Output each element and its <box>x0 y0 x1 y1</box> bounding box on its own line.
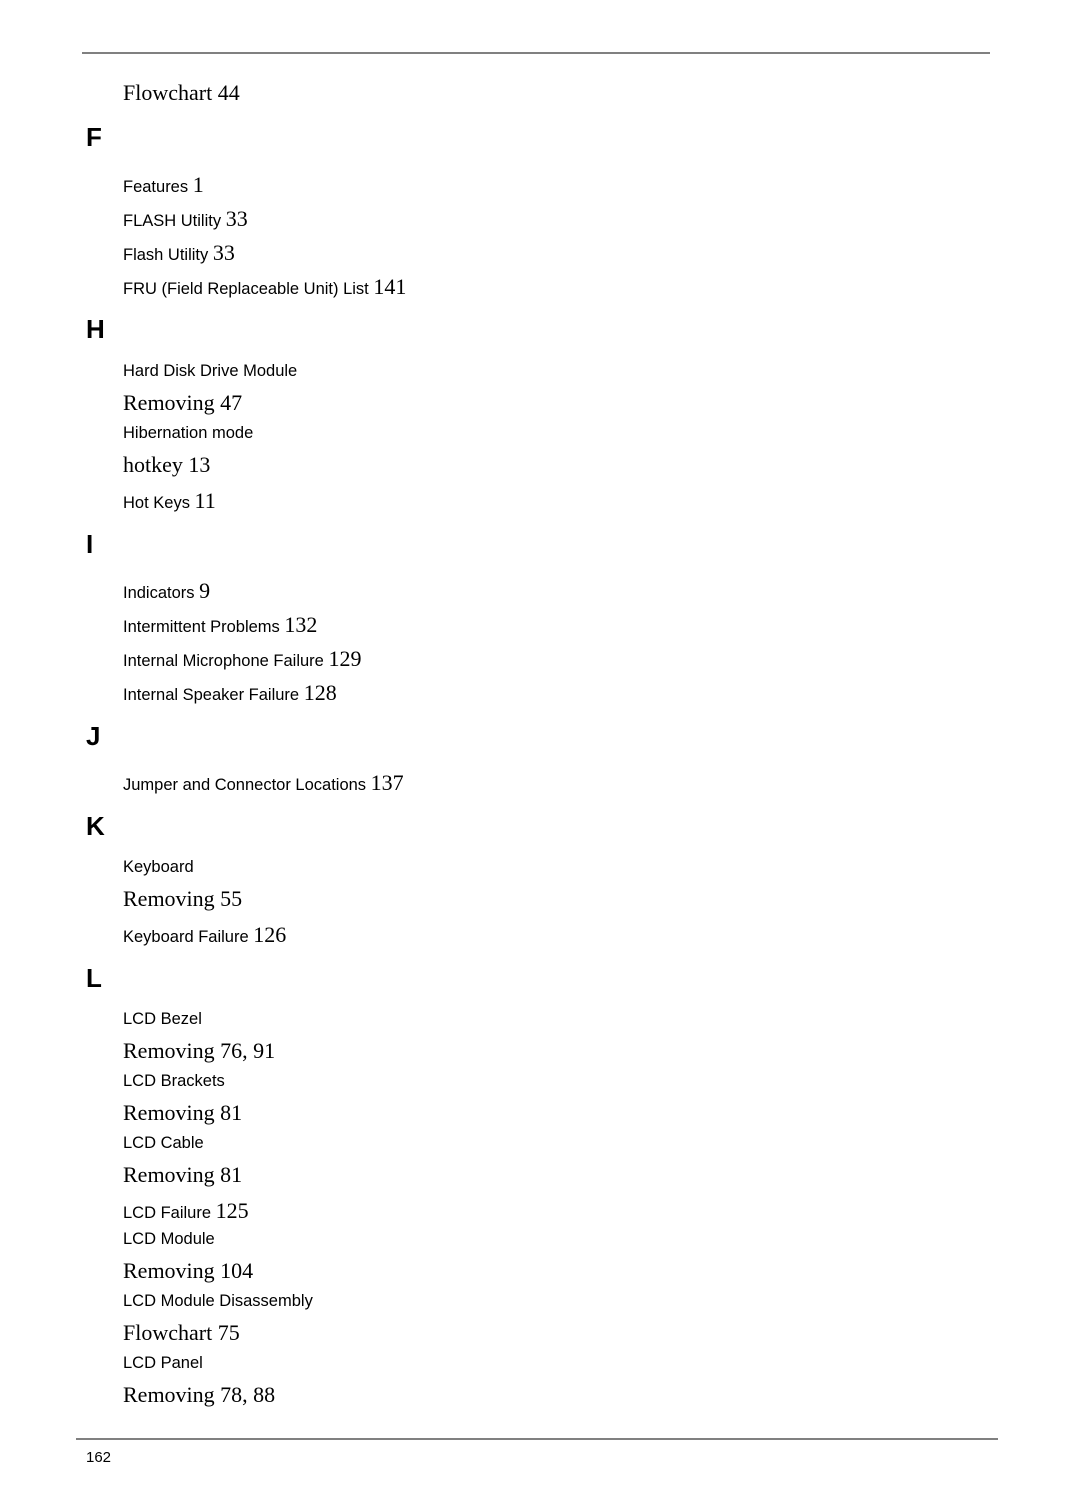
page-reference-link[interactable]: 33 <box>226 206 248 231</box>
index-subentry: Removing 81 <box>123 1162 242 1188</box>
index-entry: Features 1 <box>123 172 204 198</box>
index-entry: Internal Speaker Failure 128 <box>123 680 337 706</box>
entry-text: LCD Panel <box>123 1354 203 1372</box>
index-entry: LCD Brackets <box>123 1072 225 1091</box>
index-subentry: hotkey 13 <box>123 452 210 478</box>
index-entry: Flash Utility 33 <box>123 240 235 266</box>
entry-text: Hard Disk Drive Module <box>123 362 298 380</box>
entry-text: Intermittent Problems <box>123 618 280 636</box>
page-reference-link[interactable]: 11 <box>195 488 216 513</box>
index-entry: FRU (Field Replaceable Unit) List 141 <box>123 274 406 300</box>
entry-text: LCD Cable <box>123 1134 204 1152</box>
page-reference-link[interactable]: 9 <box>199 578 210 603</box>
entry-text: hotkey 13 <box>123 452 211 477</box>
entry-text: Removing 76, 91 <box>123 1038 276 1063</box>
entry-text: Removing 47 <box>123 390 243 415</box>
entry-text: LCD Module <box>123 1230 215 1248</box>
section-letter-j: J <box>86 721 101 751</box>
page-reference-link[interactable]: 128 <box>304 680 337 705</box>
entry-text: FRU (Field Replaceable Unit) List <box>123 280 369 298</box>
index-entry: Keyboard <box>123 858 194 877</box>
index-entry: LCD Module Disassembly <box>123 1292 313 1311</box>
index-subentry: Flowchart 75 <box>123 1320 240 1346</box>
index-entry: LCD Bezel <box>123 1010 202 1029</box>
page-reference-link[interactable]: 129 <box>328 646 361 671</box>
page-number: 162 <box>86 1449 112 1466</box>
entry-text: Internal Speaker Failure <box>123 686 300 704</box>
section-letter-f: F <box>86 122 102 152</box>
index-subentry: Removing 55 <box>123 886 242 912</box>
index-entry: LCD Cable <box>123 1134 204 1153</box>
index-entry: LCD Module <box>123 1230 215 1249</box>
index-subentry: Removing 76, 91 <box>123 1038 275 1064</box>
entry-text: Jumper and Connector Locations <box>123 776 367 794</box>
entry-text: LCD Failure <box>123 1204 212 1222</box>
page-reference-link[interactable]: 137 <box>371 770 404 795</box>
entry-text: Internal Microphone Failure <box>123 652 324 670</box>
index-entry: Indicators 9 <box>123 578 210 604</box>
entry-text: LCD Brackets <box>123 1072 225 1090</box>
index-entry: FLASH Utility 33 <box>123 206 248 232</box>
index-entry: Jumper and Connector Locations 137 <box>123 770 404 796</box>
entry-text: Hot Keys <box>123 494 190 512</box>
index-entry: Internal Microphone Failure 129 <box>123 646 361 672</box>
index-entry: Hibernation mode <box>123 424 253 443</box>
page-reference-link[interactable]: 132 <box>284 612 317 637</box>
entry-text: Removing 55 <box>123 886 243 911</box>
page-reference-link[interactable]: 1 <box>193 172 204 197</box>
entry-text: LCD Bezel <box>123 1010 202 1028</box>
page-reference-link[interactable]: 125 <box>216 1198 249 1223</box>
section-letter-l: L <box>86 963 102 993</box>
entry-text: Keyboard <box>123 858 194 876</box>
page-reference-link[interactable]: 33 <box>213 240 235 265</box>
section-letter-i: I <box>86 529 94 559</box>
index-entry: Hard Disk Drive Module <box>123 362 297 381</box>
section-letter-h: H <box>86 314 105 344</box>
header-rule <box>82 52 990 54</box>
footer-rule <box>76 1438 998 1440</box>
entry-text: Removing 104 <box>123 1258 254 1283</box>
index-entry: Keyboard Failure 126 <box>123 922 286 948</box>
section-letter-k: K <box>86 811 105 841</box>
entry-text: Keyboard Failure <box>123 928 249 946</box>
index-entry: LCD Failure 125 <box>123 1198 249 1224</box>
index-entry: Hot Keys 11 <box>123 488 216 514</box>
index-subentry: Removing 78, 88 <box>123 1382 275 1408</box>
entry-text: Hibernation mode <box>123 424 254 442</box>
index-subentry: Removing 81 <box>123 1100 242 1126</box>
index-entry: LCD Panel <box>123 1354 203 1373</box>
entry-text: FLASH Utility <box>123 212 222 230</box>
entry-text: Removing 81 <box>123 1162 243 1187</box>
entry-text: Features <box>123 178 189 196</box>
entry-text: Flowchart 44 <box>123 80 240 105</box>
index-subentry: Removing 104 <box>123 1258 253 1284</box>
page-reference-link[interactable]: 141 <box>373 274 406 299</box>
entry-text: Flash Utility <box>123 246 209 264</box>
entry-text: LCD Module Disassembly <box>123 1292 313 1310</box>
index-entry: Intermittent Problems 132 <box>123 612 317 638</box>
entry-text: Flowchart 75 <box>123 1320 240 1345</box>
entry-text: Removing 81 <box>123 1100 243 1125</box>
page-reference-link[interactable]: 126 <box>253 922 286 947</box>
index-subentry: Removing 47 <box>123 390 242 416</box>
entry-text: Removing 78, 88 <box>123 1382 276 1407</box>
index-subentry: Flowchart 44 <box>123 80 240 106</box>
entry-text: Indicators <box>123 584 195 602</box>
